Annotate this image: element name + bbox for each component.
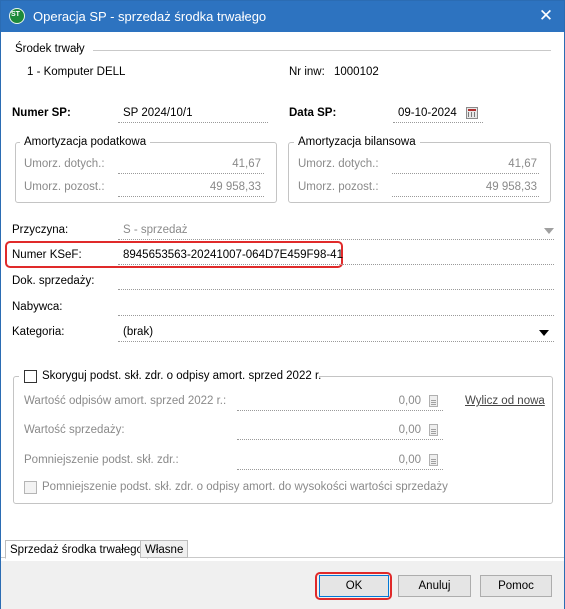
sp-number-underline: [118, 122, 268, 123]
cancel-button[interactable]: Anuluj: [398, 575, 471, 597]
sale-document-label: Dok. sprzedaży:: [12, 275, 95, 287]
pre2022-amort-underline: [237, 410, 443, 411]
category-chevron-down-icon[interactable]: [539, 330, 549, 336]
reason-chevron-down-icon[interactable]: [544, 228, 554, 234]
window-title: Operacja SP - sprzedaż środka trwałego: [33, 9, 267, 24]
inv-number-value: 1000102: [334, 66, 379, 78]
asset-section-label: Środek trwały: [15, 43, 85, 55]
tax-amort-row1-value: 41,67: [232, 158, 261, 170]
sp-date-input[interactable]: 09-10-2024: [398, 107, 457, 119]
tab-asset-sale[interactable]: Sprzedaż środka trwałego: [5, 540, 148, 559]
pre2022-amort-calculator-icon: [429, 395, 438, 407]
inv-number-label: Nr inw:: [289, 66, 325, 78]
asset-name: 1 - Komputer DELL: [27, 66, 126, 78]
tax-amort-row1-label: Umorz. dotych.:: [24, 158, 105, 170]
tax-amort-row2-underline: [118, 196, 264, 197]
buyer-label: Nabywca:: [12, 301, 63, 313]
balance-amort-row2-underline: [392, 196, 539, 197]
health-reduction-underline: [237, 469, 443, 470]
help-button[interactable]: Pomoc: [480, 575, 552, 597]
title-bar[interactable]: Operacja SP - sprzedaż środka trwałego ✕: [1, 1, 564, 32]
tax-amort-row2-value: 49 958,33: [209, 181, 261, 193]
sp-number-input[interactable]: SP 2024/10/1: [123, 107, 193, 119]
section-divider: [93, 50, 551, 51]
ksef-underline: [118, 264, 554, 265]
reason-label: Przyczyna:: [12, 224, 69, 236]
balance-amort-row1-underline: [392, 173, 539, 174]
balance-amort-row2-label: Umorz. pozost.:: [298, 181, 379, 193]
correction-checkbox[interactable]: [24, 370, 37, 383]
category-underline: [118, 341, 554, 342]
recalculate-link[interactable]: Wylicz od nowa: [465, 395, 545, 407]
sale-value-label: Wartość sprzedaży:: [24, 424, 125, 436]
ok-button[interactable]: OK: [319, 575, 389, 597]
tax-amort-row2-label: Umorz. pozost.:: [24, 181, 105, 193]
sp-number-label: Numer SP:: [12, 107, 71, 119]
ksef-input[interactable]: 8945653563-20241007-064D7E459F98-41: [123, 249, 343, 261]
ksef-label: Numer KSeF:: [12, 249, 82, 261]
balance-amort-row2-value: 49 958,33: [485, 181, 537, 193]
balance-amort-row1-label: Umorz. dotych.:: [298, 158, 379, 170]
sp-date-underline: [393, 122, 483, 123]
buyer-underline: [118, 315, 554, 316]
tab-custom[interactable]: Własne: [140, 540, 189, 558]
correction-checkbox-label[interactable]: Skoryguj podst. skł. zdr. o odpisy amort…: [42, 370, 321, 382]
close-icon[interactable]: ✕: [531, 3, 561, 29]
category-label: Kategoria:: [12, 326, 65, 338]
sp-date-label: Data SP:: [289, 107, 337, 119]
sale-value-underline: [237, 439, 443, 440]
sale-value-value: 0,00: [398, 424, 421, 436]
reason-select[interactable]: S - sprzedaż: [123, 224, 188, 236]
reduction-limit-label: Pomniejszenie podst. skł. zdr. o odpisy …: [42, 481, 448, 493]
pre2022-amort-label: Wartość odpisów amort. sprzed 2022 r.:: [24, 395, 227, 407]
health-reduction-label: Pomniejszenie podst. skł. zdr.:: [24, 454, 179, 466]
balance-amortization-title: Amortyzacja bilansowa: [294, 136, 420, 148]
sale-value-calculator-icon: [429, 424, 438, 436]
app-logo-icon: [9, 8, 25, 24]
sale-document-underline: [118, 289, 554, 290]
category-select[interactable]: (brak): [123, 326, 153, 338]
pre2022-amort-value: 0,00: [398, 395, 421, 407]
calendar-icon[interactable]: [466, 107, 478, 119]
tax-amortization-title: Amortyzacja podatkowa: [20, 136, 151, 148]
balance-amort-row1-value: 41,67: [508, 158, 537, 170]
health-reduction-value: 0,00: [398, 454, 421, 466]
tax-amort-row1-underline: [118, 173, 264, 174]
dialog-window: Operacja SP - sprzedaż środka trwałego ✕…: [0, 0, 565, 609]
health-reduction-calculator-icon: [429, 454, 438, 466]
reason-underline: [118, 239, 554, 240]
reduction-limit-checkbox[interactable]: [24, 481, 37, 494]
